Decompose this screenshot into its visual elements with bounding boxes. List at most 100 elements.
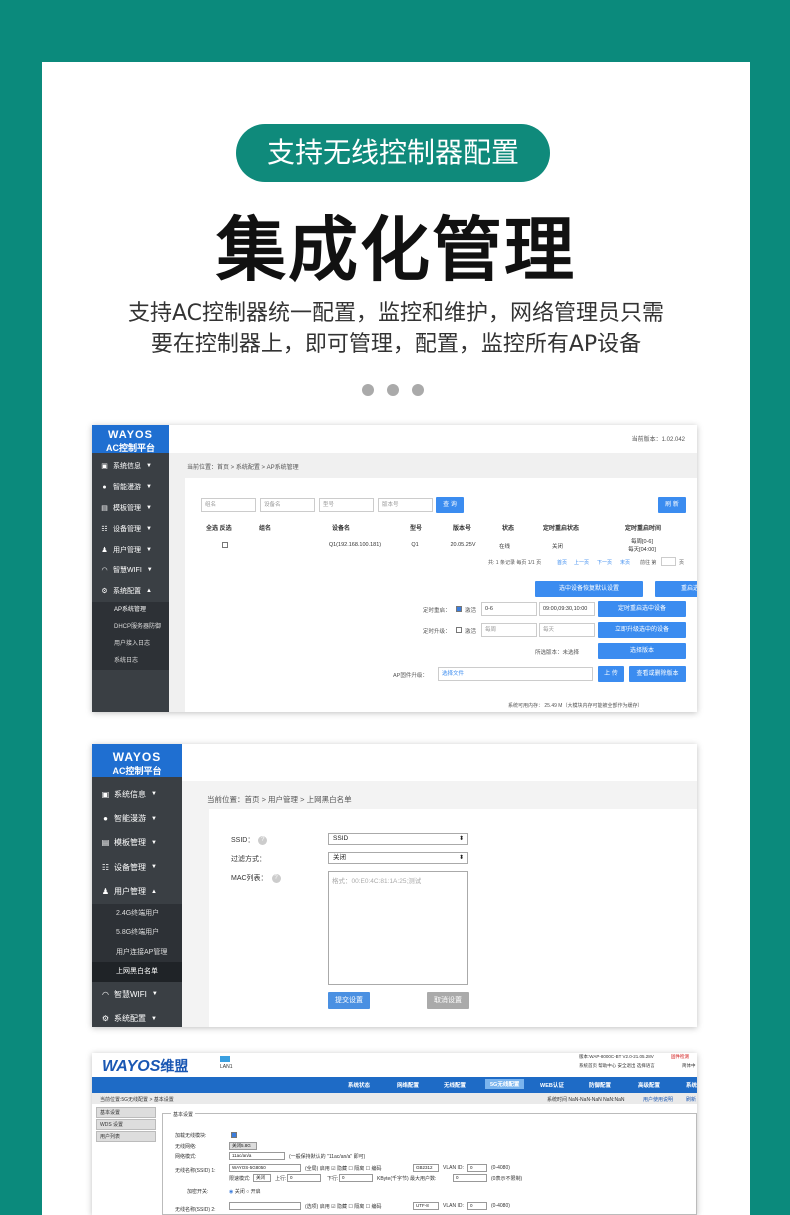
timed-upgrade-checkbox[interactable] <box>456 627 462 633</box>
load-module-checkbox[interactable] <box>231 1132 237 1138</box>
pager-first[interactable]: 首页 <box>557 559 567 566</box>
restore-default-button[interactable]: 选中设备恢复默认设置 <box>535 581 643 597</box>
template-icon: ▤ <box>101 504 108 512</box>
submit-button[interactable]: 提交设置 <box>328 992 370 1009</box>
menu-web-auth[interactable]: WEB认证 <box>540 1081 564 1089</box>
download-input[interactable]: 0 <box>339 1174 373 1182</box>
feature-pill: 支持无线控制器配置 <box>236 124 550 182</box>
user-guide-link[interactable]: 用户使用说明 <box>643 1096 673 1103</box>
ssid1-encode-select[interactable]: GB2312 <box>413 1164 439 1172</box>
vlan2-input[interactable]: 0 <box>467 1202 487 1210</box>
group-filter[interactable]: 组名 <box>201 498 256 512</box>
nav-system-info[interactable]: ▣ 系统信息 ▼ <box>92 782 182 806</box>
menu-system[interactable]: 系统 <box>686 1081 697 1089</box>
router-header: WAYOS维盟 LAN1 版本:WAP-8000C-BT V2.0-21.05.… <box>92 1053 697 1077</box>
mac-list-textarea[interactable]: 格式：00:E0:4C:81:1A:25;测试 <box>328 871 468 985</box>
nav-system-config[interactable]: ⚙ 系统配置 ▼ <box>92 1006 182 1027</box>
language-select[interactable]: 简体中 <box>682 1063 696 1069</box>
nav-system-info[interactable]: ▣ 系统信息 ▼ <box>92 456 169 477</box>
vlan-input[interactable]: 0 <box>467 1164 487 1172</box>
sub-24g-users[interactable]: 2.4G终端用户 <box>92 904 182 924</box>
pager-prev[interactable]: 上一页 <box>574 559 589 566</box>
timed-reboot-days-input[interactable]: 0-6 <box>481 602 537 616</box>
refresh-link[interactable]: 刷新 <box>686 1096 696 1103</box>
nav-wifi[interactable]: ◠ 智慧WIFI ▼ <box>92 560 169 581</box>
gear-icon: ⚙ <box>101 1014 110 1024</box>
nav-roaming[interactable]: ● 智能漫游 ▼ <box>92 477 169 498</box>
cancel-button[interactable]: 取消设置 <box>427 992 469 1009</box>
menu-system-status[interactable]: 系统状态 <box>348 1081 370 1089</box>
nav-label: 智慧WIFI <box>113 567 142 575</box>
top-links[interactable]: 系统首页 帮助中心 安全退出 选择语言 <box>579 1063 655 1069</box>
sub-blacklist[interactable]: 上网黑白名单 <box>92 962 182 982</box>
refresh-button[interactable]: 刷 新 <box>658 497 686 513</box>
timed-reboot-checkbox[interactable] <box>456 606 462 612</box>
timed-reboot-times-input[interactable]: 09:00,09:30,10:00 <box>539 602 595 616</box>
help-icon[interactable]: ? <box>258 835 268 845</box>
timed-upgrade-weekly-input[interactable]: 每周 <box>481 623 537 637</box>
nav-template[interactable]: ▤ 模板管理 ▼ <box>92 831 182 855</box>
ssid2-input[interactable] <box>229 1202 301 1210</box>
filter-select[interactable]: 关闭 ⬍ <box>328 852 468 864</box>
version-filter[interactable]: 版本号 <box>378 498 433 512</box>
ssid-select[interactable]: SSID ⬍ <box>328 833 468 845</box>
sub-access-log[interactable]: 用户接入日志 <box>92 636 169 653</box>
pager-page-input[interactable] <box>661 557 676 566</box>
menu-defense[interactable]: 防御配置 <box>589 1081 611 1089</box>
leftnav-basic[interactable]: 基本设置 <box>96 1107 156 1118</box>
menu-network[interactable]: 网络配置 <box>397 1081 419 1089</box>
sub-user-ap[interactable]: 用户连接AP管理 <box>92 943 182 963</box>
sub-ap-system[interactable]: AP系统管理 <box>92 602 169 619</box>
col-select[interactable]: 全选 反选 <box>206 523 232 532</box>
col-reboot-time: 定时重启时间 <box>625 526 662 532</box>
row-checkbox[interactable] <box>222 542 228 548</box>
nav-devices[interactable]: ☷ 设备管理 ▼ <box>92 855 182 879</box>
view-delete-version-button[interactable]: 查看或删除版本 <box>629 666 686 682</box>
upload-button[interactable]: 上 传 <box>598 666 624 682</box>
nav-system-config[interactable]: ⚙ 系统配置 ▲ <box>92 581 169 602</box>
nav-devices[interactable]: ☷ 设备管理 ▼ <box>92 518 169 539</box>
choose-version-button[interactable]: 选择版本 <box>598 643 686 659</box>
upload-input[interactable]: 0 <box>287 1174 321 1182</box>
nav-roaming[interactable]: ● 智能漫游 ▼ <box>92 806 182 830</box>
wireless-off-button[interactable]: 关闭5.8G <box>229 1142 257 1150</box>
pager-next[interactable]: 下一页 <box>597 559 612 566</box>
firmware-file-input[interactable]: 选择文件 <box>438 667 593 681</box>
upgrade-now-button[interactable]: 立即升级选中的设备 <box>598 622 686 638</box>
query-button[interactable]: 查 询 <box>436 497 464 513</box>
nav-wifi[interactable]: ◠ 智慧WIFI ▼ <box>92 982 182 1006</box>
nav-users[interactable]: ♟ 用户管理 ▲ <box>92 880 182 904</box>
ssid1-options[interactable]: (全局) 启用 ☑ 隐藏 ☐ 隔离 ☐ 编码 <box>305 1165 382 1172</box>
ssid2-options[interactable]: (选项) 启用 ☑ 隐藏 ☐ 隔离 ☐ 编码 <box>305 1203 382 1210</box>
ssid2-encode-select[interactable]: UTF-8 <box>413 1202 439 1210</box>
nav-template[interactable]: ▤ 模板管理 ▼ <box>92 498 169 519</box>
sub-dhcp[interactable]: DHCP服务器防御 <box>92 619 169 636</box>
pager-last[interactable]: 末页 <box>620 559 630 566</box>
timed-upgrade-daily-input[interactable]: 每天 <box>539 623 595 637</box>
leftnav-wds[interactable]: WDS 设置 <box>96 1119 156 1130</box>
help-icon[interactable]: ? <box>271 873 281 883</box>
timed-reboot-button[interactable]: 定时重启选中设备 <box>598 601 686 617</box>
net-mode-select[interactable]: 11ac/an/a <box>229 1152 285 1160</box>
radio-on-icon[interactable]: ◉ <box>229 1189 233 1195</box>
col-group: 组名 <box>259 526 272 532</box>
firmware-check-link[interactable]: 固件检测 <box>671 1054 689 1060</box>
menu-advanced[interactable]: 高级配置 <box>638 1081 660 1089</box>
radio-off-icon[interactable]: ○ <box>246 1189 249 1195</box>
menu-5g-wireless[interactable]: 5G无线配置 <box>485 1079 525 1089</box>
sub-58g-users[interactable]: 5.8G终端用户 <box>92 923 182 943</box>
sub-system-log[interactable]: 系统日志 <box>92 653 169 670</box>
basic-settings-fieldset: 基本设置 加载无线模块: 无线网络: 关闭5.8G 网络模式: 11ac/an/… <box>162 1111 697 1215</box>
ssid1-input[interactable]: WAYOS-5G8050 <box>229 1164 301 1172</box>
nav-users[interactable]: ♟ 用户管理 ▼ <box>92 539 169 560</box>
encrypt-radio-group[interactable]: ◉ 关闭 ○ 开启 <box>229 1188 261 1195</box>
reboot-selected-button[interactable]: 重启选中的设备 <box>655 581 697 597</box>
max-users-input[interactable]: 0 <box>453 1174 487 1182</box>
menu-wireless[interactable]: 无线配置 <box>444 1081 466 1089</box>
submenu: AP系统管理 DHCP服务器防御 用户接入日志 系统日志 <box>92 601 169 670</box>
device-filter[interactable]: 设备名 <box>260 498 315 512</box>
model-filter[interactable]: 型号 <box>319 498 374 512</box>
limit-select[interactable]: 关闭 <box>253 1174 271 1182</box>
logo: WAYOS AC控制平台 <box>92 425 169 453</box>
leftnav-users[interactable]: 用户列表 <box>96 1131 156 1142</box>
